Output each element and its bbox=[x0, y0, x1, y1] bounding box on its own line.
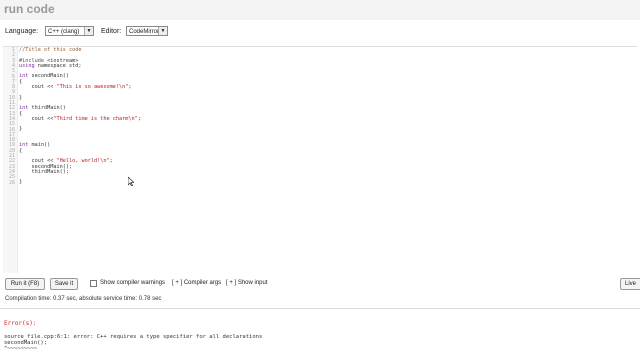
page-title: run code bbox=[4, 2, 55, 16]
chevron-down-icon: ▼ bbox=[158, 27, 167, 35]
action-bar: Run it (F8) Save it Show compiler warnin… bbox=[0, 278, 640, 292]
editor-select-value: CodeMirror bbox=[129, 29, 160, 35]
error-output: source_file.cpp:6:1: error: C++ requires… bbox=[4, 334, 263, 352]
live-button[interactable]: Live bbox=[620, 278, 640, 290]
save-button[interactable]: Save it bbox=[50, 278, 78, 290]
code-area[interactable]: //Title of this code #include <iostream>… bbox=[19, 47, 141, 186]
error-heading: Error(s): bbox=[4, 320, 37, 327]
editor-select[interactable]: CodeMirror ▼ bbox=[126, 26, 168, 36]
show-input-toggle[interactable]: [ + ] Show input bbox=[226, 280, 268, 286]
code-line: } bbox=[19, 179, 23, 186]
code-line: cout << "This is so awesome!\n"; bbox=[19, 84, 132, 91]
code-editor[interactable]: 1 2 3 4 5 6 7 8 9 10 11 12 13 14 15 16 17 18 19 20 21 22 23 24 2… bbox=[3, 46, 637, 273]
code-line: cout <<"Third time is the charm\n"; bbox=[19, 115, 141, 122]
language-label: Language: bbox=[5, 28, 39, 35]
header-bar: run code bbox=[0, 0, 640, 20]
divider bbox=[0, 308, 640, 309]
line-number-gutter: 1 2 3 4 5 6 7 8 9 10 11 12 13 14 15 16 17 18 19 20 21 22 23 24 2… bbox=[3, 47, 18, 273]
line-number: 26 bbox=[8, 179, 15, 186]
chevron-down-icon: ▼ bbox=[84, 27, 93, 35]
compiler-args-toggle[interactable]: [ + ] Compiler args bbox=[172, 280, 221, 286]
show-warnings-checkbox[interactable] bbox=[90, 280, 97, 287]
settings-toolbar: Language: C++ (clang) ▼ Editor: CodeMirr… bbox=[0, 23, 640, 41]
show-warnings-label: Show compiler warnings bbox=[100, 280, 166, 286]
compile-status: Compilation time: 0.37 sec, absolute ser… bbox=[5, 296, 162, 302]
language-select-value: C++ (clang) bbox=[48, 29, 80, 35]
editor-label: Editor: bbox=[101, 28, 122, 35]
run-button[interactable]: Run it (F8) bbox=[5, 278, 45, 290]
language-select[interactable]: C++ (clang) ▼ bbox=[45, 26, 94, 36]
